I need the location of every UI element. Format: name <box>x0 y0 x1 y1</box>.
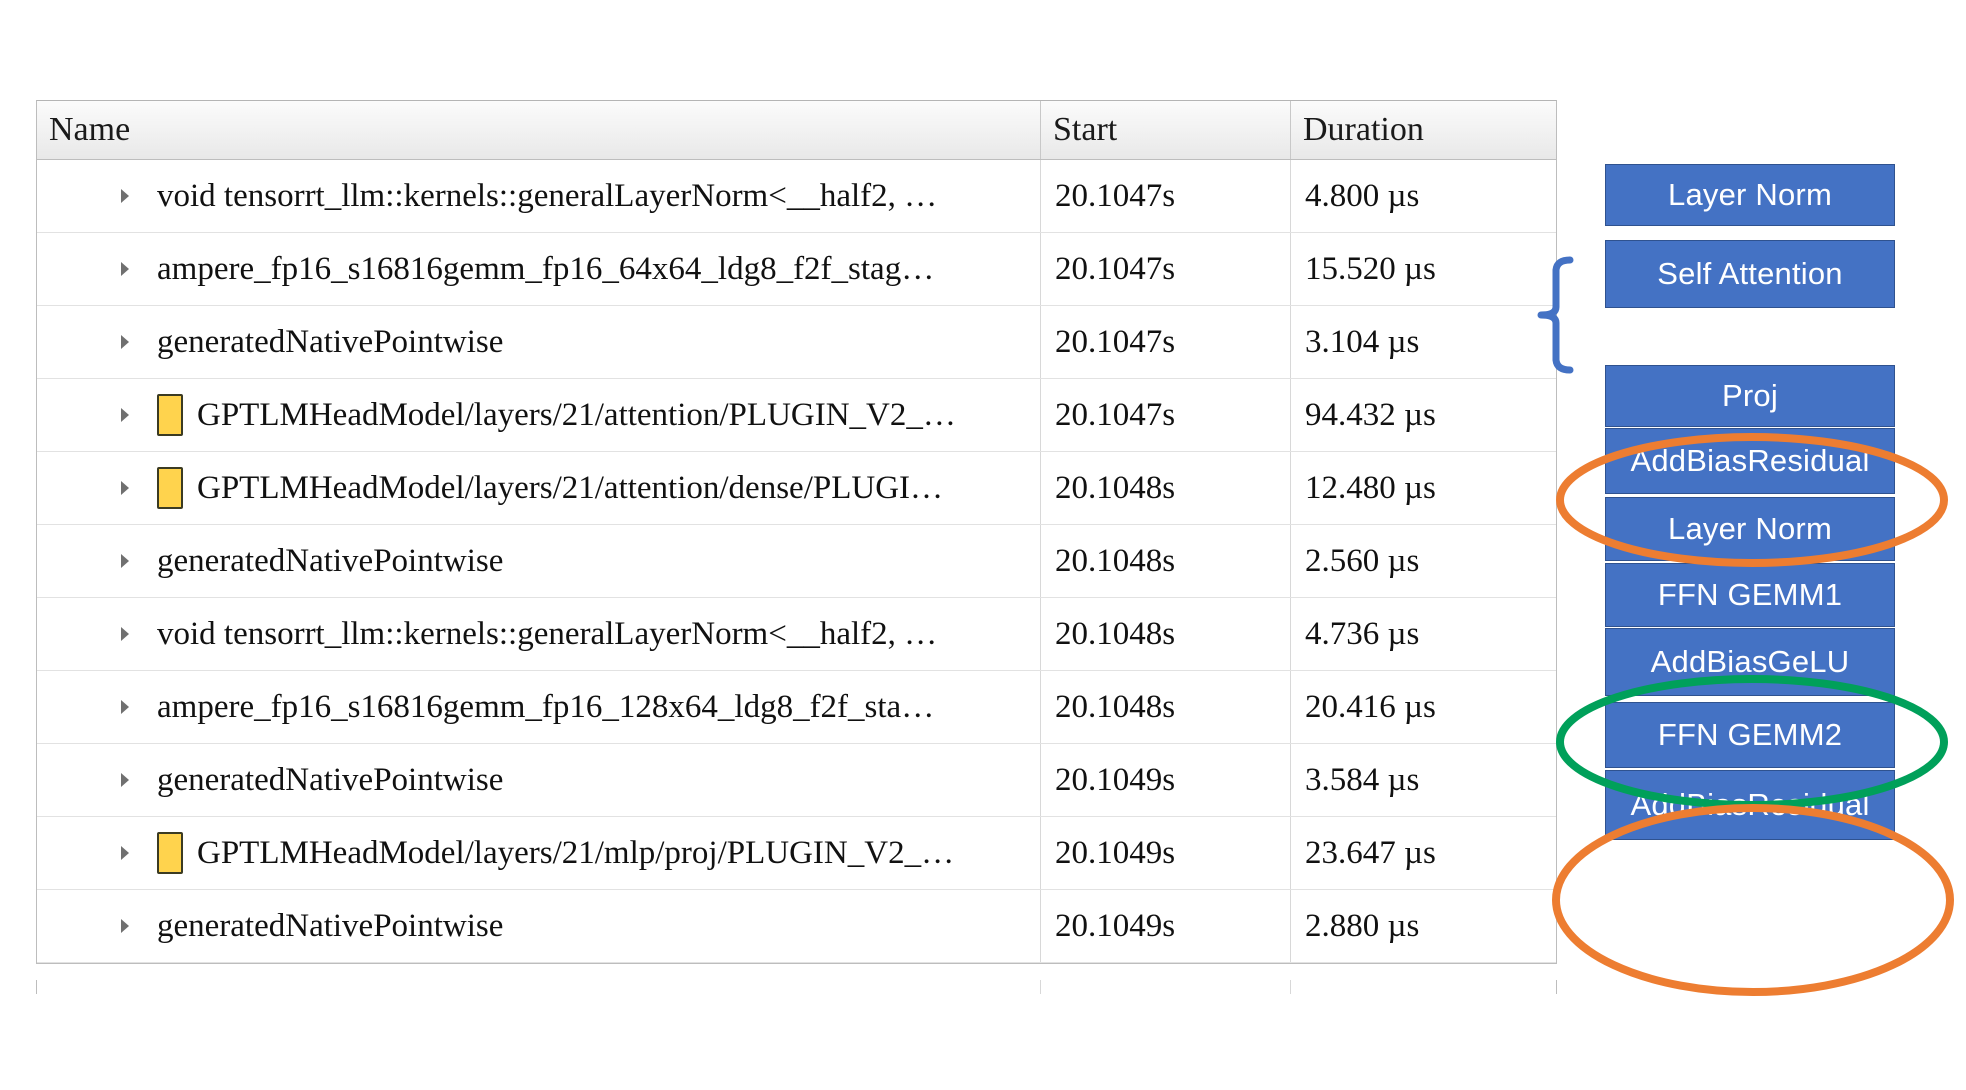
table-partial-row-clip <box>36 980 1557 994</box>
table-body: void tensorrt_llm::kernels::generalLayer… <box>37 160 1556 963</box>
cell-start: 20.1047s <box>1041 379 1291 451</box>
kernel-timeline-table: Name Start Duration void tensorrt_llm::k… <box>36 100 1557 964</box>
proj-addbiasresidual-highlight <box>1556 433 1948 567</box>
cell-start: 20.1047s <box>1041 160 1291 232</box>
expand-chevron-icon[interactable] <box>93 624 157 644</box>
cell-name: void tensorrt_llm::kernels::generalLayer… <box>37 598 1041 670</box>
cell-name: generatedNativePointwise <box>37 890 1041 962</box>
cell-duration: 2.880 µs <box>1305 907 1420 944</box>
cell-duration: 3.584 µs <box>1305 761 1420 798</box>
cell-name: void tensorrt_llm::kernels::generalLayer… <box>37 160 1041 232</box>
cell-start: 20.1048s <box>1041 525 1291 597</box>
cell-duration: 3.104 µs <box>1305 323 1420 360</box>
table-header-row: Name Start Duration <box>37 101 1556 160</box>
cell-duration: 94.432 µs <box>1305 396 1436 433</box>
expand-chevron-icon[interactable] <box>93 478 157 498</box>
cell-duration: 4.736 µs <box>1305 615 1420 652</box>
cell-start: 20.1047s <box>1041 306 1291 378</box>
cell-name: generatedNativePointwise <box>37 306 1041 378</box>
table-row[interactable]: generatedNativePointwise 20.1049s 2.880 µs <box>37 890 1556 963</box>
table-row[interactable]: generatedNativePointwise 20.1048s 2.560 µs <box>37 525 1556 598</box>
cell-duration: 2.560 µs <box>1305 542 1420 579</box>
kernel-range-icon <box>157 832 183 874</box>
kernel-name-label: generatedNativePointwise <box>157 761 504 798</box>
cell-name: GPTLMHeadModel/layers/21/attention/dense… <box>37 452 1041 524</box>
kernel-name-label: generatedNativePointwise <box>157 323 504 360</box>
expand-chevron-icon[interactable] <box>93 332 157 352</box>
cell-start: 20.1048s <box>1041 598 1291 670</box>
expand-chevron-icon[interactable] <box>93 405 157 425</box>
table-row[interactable]: ampere_fp16_s16816gemm_fp16_128x64_ldg8_… <box>37 671 1556 744</box>
cell-duration: 12.480 µs <box>1305 469 1436 506</box>
cell-name: generatedNativePointwise <box>37 744 1041 816</box>
cell-duration: 20.416 µs <box>1305 688 1436 725</box>
diagram-block: Proj <box>1605 365 1895 427</box>
cell-start: 20.1049s <box>1041 744 1291 816</box>
cell-duration: 15.520 µs <box>1305 250 1436 287</box>
kernel-name-label: GPTLMHeadModel/layers/21/mlp/proj/PLUGIN… <box>197 834 955 871</box>
table-row[interactable]: GPTLMHeadModel/layers/21/mlp/proj/PLUGIN… <box>37 817 1556 890</box>
cell-start: 20.1049s <box>1041 817 1291 889</box>
cell-name: ampere_fp16_s16816gemm_fp16_128x64_ldg8_… <box>37 671 1041 743</box>
cell-start: 20.1048s <box>1041 671 1291 743</box>
cell-name: GPTLMHeadModel/layers/21/mlp/proj/PLUGIN… <box>37 817 1041 889</box>
cell-name: ampere_fp16_s16816gemm_fp16_64x64_ldg8_f… <box>37 233 1041 305</box>
column-header-duration[interactable]: Duration <box>1291 101 1556 159</box>
diagram-block: FFN GEMM1 <box>1605 563 1895 627</box>
column-header-name[interactable]: Name <box>37 101 1041 159</box>
cell-start: 20.1049s <box>1041 890 1291 962</box>
kernel-name-label: generatedNativePointwise <box>157 907 504 944</box>
kernel-name-label: generatedNativePointwise <box>157 542 504 579</box>
kernel-name-label: ampere_fp16_s16816gemm_fp16_128x64_ldg8_… <box>157 688 935 725</box>
self-attention-brace <box>1537 256 1574 374</box>
expand-chevron-icon[interactable] <box>93 843 157 863</box>
expand-chevron-icon[interactable] <box>93 259 157 279</box>
table-row[interactable]: generatedNativePointwise 20.1047s 3.104 µs <box>37 306 1556 379</box>
kernel-name-label: GPTLMHeadModel/layers/21/attention/dense… <box>197 469 944 506</box>
expand-chevron-icon[interactable] <box>93 697 157 717</box>
cell-duration: 4.800 µs <box>1305 177 1420 214</box>
cell-start: 20.1047s <box>1041 233 1291 305</box>
table-row[interactable]: void tensorrt_llm::kernels::generalLayer… <box>37 598 1556 671</box>
kernel-name-label: void tensorrt_llm::kernels::generalLayer… <box>157 615 938 652</box>
kernel-range-icon <box>157 394 183 436</box>
expand-chevron-icon[interactable] <box>93 186 157 206</box>
table-row[interactable]: GPTLMHeadModel/layers/21/attention/dense… <box>37 452 1556 525</box>
kernel-name-label: ampere_fp16_s16816gemm_fp16_64x64_ldg8_f… <box>157 250 935 287</box>
table-row[interactable]: ampere_fp16_s16816gemm_fp16_64x64_ldg8_f… <box>37 233 1556 306</box>
cell-start: 20.1048s <box>1041 452 1291 524</box>
kernel-name-label: GPTLMHeadModel/layers/21/attention/PLUGI… <box>197 396 956 433</box>
expand-chevron-icon[interactable] <box>93 916 157 936</box>
table-row[interactable]: generatedNativePointwise 20.1049s 3.584 µs <box>37 744 1556 817</box>
kernel-name-label: void tensorrt_llm::kernels::generalLayer… <box>157 177 938 214</box>
kernel-range-icon <box>157 467 183 509</box>
screenshot-root: Name Start Duration void tensorrt_llm::k… <box>0 0 1966 1090</box>
cell-name: generatedNativePointwise <box>37 525 1041 597</box>
diagram-block: Layer Norm <box>1605 164 1895 226</box>
cell-name: GPTLMHeadModel/layers/21/attention/PLUGI… <box>37 379 1041 451</box>
ffn-gemm1-addbiasgelu-highlight <box>1556 675 1948 809</box>
expand-chevron-icon[interactable] <box>93 770 157 790</box>
cell-duration: 23.647 µs <box>1305 834 1436 871</box>
ffn-gemm2-addbiasresidual-highlight <box>1552 804 1954 996</box>
diagram-block: Self Attention <box>1605 240 1895 308</box>
column-header-start[interactable]: Start <box>1041 101 1291 159</box>
table-row[interactable]: GPTLMHeadModel/layers/21/attention/PLUGI… <box>37 379 1556 452</box>
expand-chevron-icon[interactable] <box>93 551 157 571</box>
table-row[interactable]: void tensorrt_llm::kernels::generalLayer… <box>37 160 1556 233</box>
